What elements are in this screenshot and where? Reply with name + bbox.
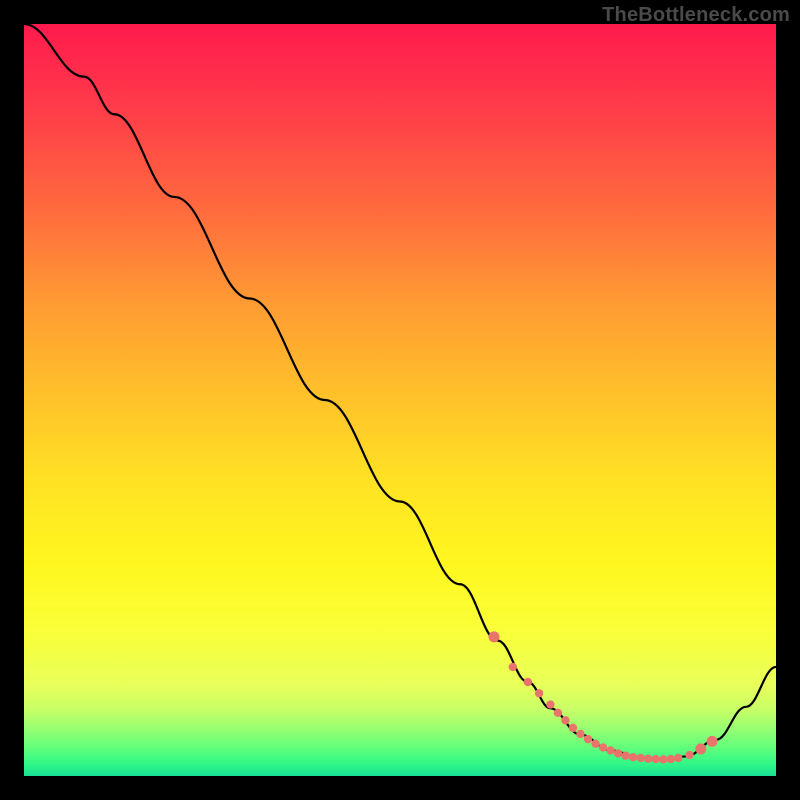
highlight-dot: [509, 663, 517, 671]
highlight-dot: [695, 743, 706, 754]
chart-svg: [24, 24, 776, 776]
chart-frame: [24, 24, 776, 776]
highlight-dot: [554, 709, 562, 717]
highlight-dot: [489, 631, 500, 642]
highlight-dot: [524, 678, 532, 686]
highlight-dot: [707, 736, 718, 747]
highlight-dot: [614, 749, 622, 757]
highlight-dot: [685, 751, 693, 759]
attribution-label: TheBottleneck.com: [602, 4, 790, 27]
highlight-dot: [569, 724, 577, 732]
highlight-dot: [591, 739, 599, 747]
highlight-dot: [667, 755, 675, 763]
highlight-dot: [651, 755, 659, 763]
highlight-dot: [584, 735, 592, 743]
highlight-dot: [576, 730, 584, 738]
highlight-dot: [599, 743, 607, 751]
highlight-dot: [546, 700, 554, 708]
curve-layer: [24, 24, 776, 759]
highlight-dot: [535, 689, 543, 697]
highlight-dot: [674, 754, 682, 762]
curve-path: [24, 24, 776, 759]
highlight-dot: [629, 753, 637, 761]
highlight-dot: [561, 716, 569, 724]
highlight-dot: [644, 755, 652, 763]
dots-layer: [489, 631, 718, 763]
highlight-dot: [659, 755, 667, 763]
highlight-dot: [606, 746, 614, 754]
highlight-dot: [621, 751, 629, 759]
highlight-dot: [636, 754, 644, 762]
